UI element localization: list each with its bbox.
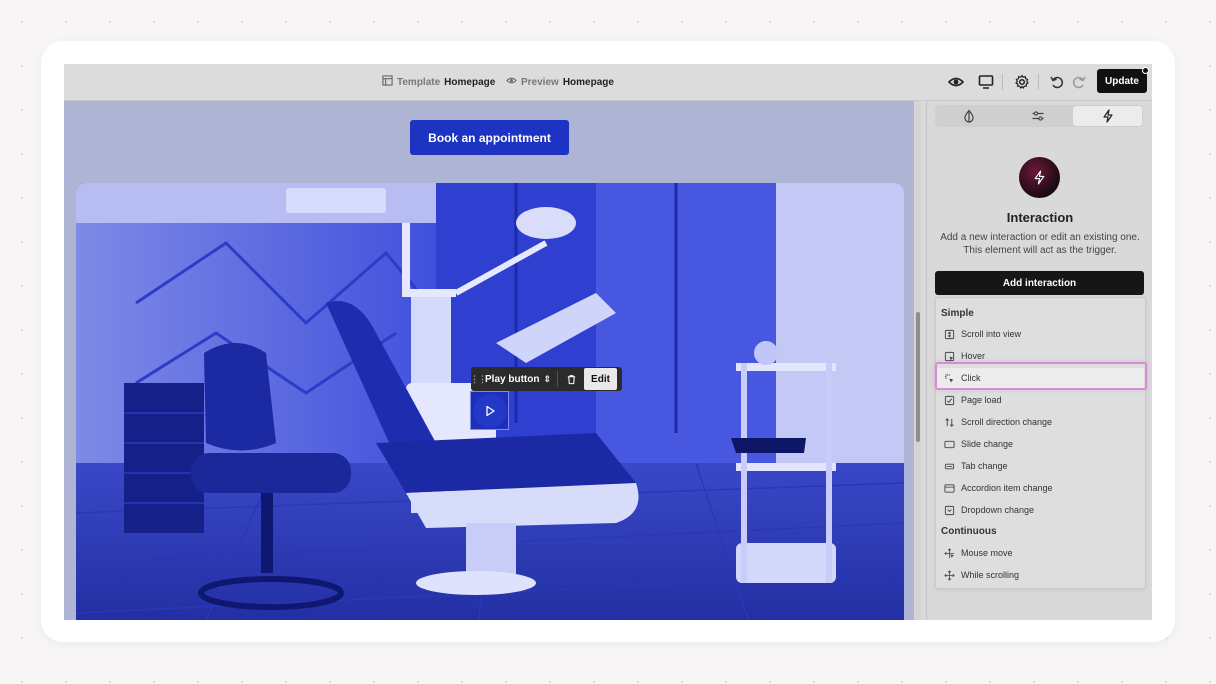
chevron-up-down-icon[interactable]: ⇕ bbox=[543, 374, 551, 385]
update-button[interactable]: Update bbox=[1097, 69, 1147, 93]
interaction-badge-icon bbox=[1019, 157, 1060, 198]
eye-icon bbox=[506, 75, 517, 89]
menu-item-label: Scroll into view bbox=[961, 329, 1022, 339]
gear-icon bbox=[1015, 74, 1029, 90]
menu-item-dropdown-change[interactable]: Dropdown change bbox=[937, 500, 1144, 520]
page-canvas[interactable]: Book an appointment ⋮⋮ Play button ⇕ Edi… bbox=[64, 101, 914, 620]
tab-interactions[interactable] bbox=[1073, 106, 1143, 126]
undo-button[interactable] bbox=[1048, 73, 1066, 91]
desktop-view-button[interactable] bbox=[977, 73, 995, 91]
click-item-highlight bbox=[935, 362, 1147, 390]
properties-panel: Interaction Add a new interaction or edi… bbox=[926, 101, 1152, 620]
accordion-icon bbox=[943, 482, 955, 494]
menu-item-tab-change[interactable]: Tab change bbox=[937, 456, 1144, 476]
eye-icon bbox=[948, 77, 964, 87]
droplet-icon bbox=[964, 109, 974, 123]
unsaved-indicator bbox=[1142, 67, 1149, 74]
menu-item-label: Hover bbox=[961, 351, 986, 361]
interaction-trigger-menu: Simple Scroll into view Hover Click Page… bbox=[935, 297, 1146, 589]
editor: Template Homepage Preview Homepage Updat… bbox=[64, 64, 1152, 620]
section-label-simple: Simple bbox=[941, 308, 974, 319]
mouse-move-icon bbox=[943, 547, 955, 559]
sliders-icon bbox=[1032, 111, 1044, 121]
monitor-icon bbox=[978, 75, 994, 89]
panel-tabs bbox=[935, 105, 1143, 127]
lightning-icon bbox=[1103, 109, 1113, 123]
menu-item-label: Tab change bbox=[961, 461, 1008, 471]
menu-item-slide-change[interactable]: Slide change bbox=[937, 434, 1144, 454]
app-window: Template Homepage Preview Homepage Updat… bbox=[41, 41, 1175, 642]
element-name[interactable]: Play button bbox=[485, 374, 543, 385]
page-load-icon bbox=[943, 394, 955, 406]
lightning-icon bbox=[1034, 170, 1045, 185]
canvas-scrollbar-thumb[interactable] bbox=[916, 312, 920, 442]
add-interaction-button[interactable]: Add interaction bbox=[935, 271, 1144, 295]
tab-change-icon bbox=[943, 460, 955, 472]
menu-item-accordion-item-change[interactable]: Accordion item change bbox=[937, 478, 1144, 498]
play-button-circle bbox=[472, 393, 507, 428]
menu-item-page-load[interactable]: Page load bbox=[937, 390, 1144, 410]
toolbar-divider bbox=[557, 371, 558, 387]
template-label: Template bbox=[397, 76, 441, 88]
hover-icon bbox=[943, 350, 955, 362]
settings-button[interactable] bbox=[1013, 73, 1031, 91]
toolbar-divider bbox=[1002, 74, 1003, 90]
top-bar: Template Homepage Preview Homepage Updat… bbox=[64, 64, 1152, 101]
menu-item-label: Mouse move bbox=[961, 548, 1013, 558]
undo-icon bbox=[1050, 76, 1064, 89]
template-page-name: Homepage bbox=[444, 76, 496, 88]
description-line: Add a new interaction or edit an existin… bbox=[940, 232, 1140, 243]
scroll-direction-icon bbox=[943, 416, 955, 428]
menu-item-while-scrolling[interactable]: While scrolling bbox=[937, 565, 1144, 585]
menu-item-label: While scrolling bbox=[961, 570, 1020, 580]
menu-item-mouse-move[interactable]: Mouse move bbox=[937, 543, 1144, 563]
tab-settings[interactable] bbox=[1004, 105, 1073, 127]
redo-button[interactable] bbox=[1070, 73, 1088, 91]
menu-item-scroll-direction-change[interactable]: Scroll direction change bbox=[937, 412, 1144, 432]
scroll-into-view-icon bbox=[943, 328, 955, 340]
preview-breadcrumb[interactable]: Preview Homepage bbox=[506, 75, 614, 89]
template-icon bbox=[382, 75, 393, 89]
trash-icon[interactable] bbox=[564, 372, 578, 386]
play-icon bbox=[485, 405, 495, 416]
play-button[interactable] bbox=[470, 391, 509, 430]
preview-eye-button[interactable] bbox=[947, 73, 965, 91]
edit-button[interactable]: Edit bbox=[584, 368, 617, 390]
preview-page-name: Homepage bbox=[562, 76, 614, 88]
redo-icon bbox=[1072, 76, 1086, 89]
menu-item-label: Dropdown change bbox=[961, 505, 1035, 515]
slide-change-icon bbox=[943, 438, 955, 450]
book-appointment-button[interactable]: Book an appointment bbox=[410, 120, 569, 155]
menu-item-label: Accordion item change bbox=[961, 483, 1053, 493]
menu-item-label: Page load bbox=[961, 395, 1002, 405]
tab-style[interactable] bbox=[935, 105, 1004, 127]
drag-handle-icon[interactable]: ⋮⋮ bbox=[470, 374, 487, 385]
preview-label: Preview bbox=[521, 76, 559, 88]
element-toolbar: ⋮⋮ Play button ⇕ Edit bbox=[470, 367, 622, 391]
while-scrolling-icon bbox=[943, 569, 955, 581]
menu-item-label: Scroll direction change bbox=[961, 417, 1053, 427]
section-label-continuous: Continuous bbox=[941, 526, 997, 537]
description-line: This element will act as the trigger. bbox=[963, 245, 1117, 256]
dropdown-icon bbox=[943, 504, 955, 516]
menu-item-label: Slide change bbox=[961, 439, 1014, 449]
template-breadcrumb[interactable]: Template Homepage bbox=[382, 75, 495, 89]
interaction-title: Interaction bbox=[1006, 210, 1074, 225]
interaction-description: Add a new interaction or edit an existin… bbox=[927, 231, 1152, 257]
toolbar-divider bbox=[1038, 74, 1039, 90]
menu-item-scroll-into-view[interactable]: Scroll into view bbox=[937, 324, 1144, 344]
